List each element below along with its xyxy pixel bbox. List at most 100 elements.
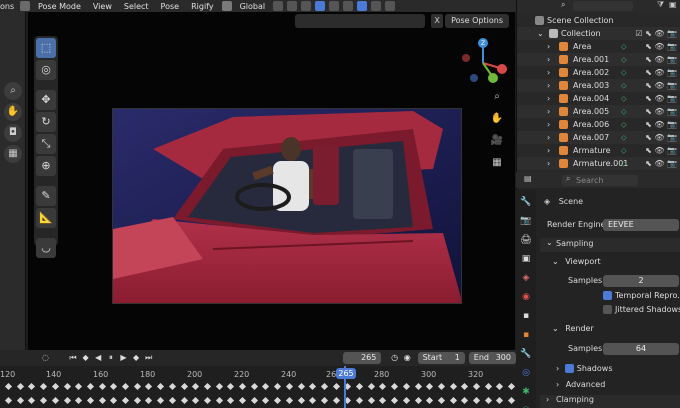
chevron-right-icon[interactable]: ›	[547, 105, 550, 118]
object-data-icon[interactable]: ⬦	[621, 92, 627, 105]
keyframe-diamond[interactable]	[508, 382, 516, 391]
camera-icon[interactable]: ◘	[4, 124, 22, 142]
object-tab-icon[interactable]: ▪	[519, 328, 533, 342]
chevron-right-icon[interactable]: ›	[547, 92, 550, 105]
keyframe-diamond[interactable]	[285, 396, 293, 405]
keyframe-diamond[interactable]	[402, 396, 410, 405]
keyframe-diamond[interactable]	[203, 382, 211, 391]
chevron-right-icon[interactable]: ›	[547, 131, 550, 144]
keyframe-diamond[interactable]	[332, 382, 340, 391]
keyframe-diamond[interactable]	[121, 382, 130, 391]
view-layer-tab-icon[interactable]: ▣	[519, 252, 533, 266]
visibility-icons[interactable]: ⬉ 👁 📷	[645, 131, 677, 144]
keyframe-diamond[interactable]	[168, 396, 176, 405]
keyframe-diamond[interactable]	[110, 382, 118, 391]
keyframe-diamond[interactable]	[98, 382, 106, 391]
keyframe-diamond[interactable]	[51, 396, 59, 405]
close-icon[interactable]: X	[431, 14, 444, 28]
zoom-icon[interactable]: ⌕	[488, 88, 506, 106]
collection-tab-icon[interactable]: ▪	[519, 309, 533, 323]
rotate-tool-icon[interactable]: ↻	[36, 112, 56, 132]
filter-funnel-icon[interactable]: ⧩	[657, 0, 664, 10]
visibility-icons[interactable]: ⬉ 👁 📷	[645, 40, 677, 53]
checkbox-checked-icon[interactable]	[603, 291, 612, 300]
keyframe-diamond[interactable]	[496, 382, 504, 391]
pose-options-dropdown[interactable]: Pose Options	[445, 14, 509, 28]
modifier-tab-icon[interactable]: 🔧	[519, 347, 533, 361]
keyframe-diamond[interactable]	[426, 396, 434, 405]
keyframe-diamond[interactable]	[28, 382, 36, 391]
keyframe-diamond[interactable]	[262, 396, 270, 405]
keyframe-diamond[interactable]	[309, 396, 317, 405]
shading-solid-icon[interactable]	[357, 1, 368, 11]
outliner-item[interactable]: › Area.006 ⬦ ⬉ 👁 📷	[517, 118, 680, 131]
object-data-icon[interactable]: ⬦	[621, 131, 627, 144]
keyframe-diamond[interactable]	[16, 396, 24, 405]
keyframe-diamond[interactable]	[250, 396, 258, 405]
keyframe-diamond[interactable]	[215, 382, 223, 391]
keyframe-diamond[interactable]	[449, 396, 457, 405]
keyframe-diamond[interactable]	[355, 396, 364, 405]
keyframe-diamond[interactable]	[391, 396, 399, 405]
keyframe-diamond[interactable]	[461, 382, 469, 391]
visibility-icons[interactable]: ⬉ 👁 📷	[645, 66, 677, 79]
outliner-item[interactable]: › Area.007 ⬦ ⬉ 👁 📷	[517, 131, 680, 144]
transform-tool-icon[interactable]: ⊕	[36, 156, 56, 176]
shading-wire-icon[interactable]	[343, 1, 354, 11]
keyframe-diamond[interactable]	[332, 396, 340, 405]
keyframe-diamond[interactable]	[40, 382, 48, 391]
jump-keyframe-forward-icon[interactable]: ◆	[131, 352, 142, 364]
keyframe-diamond[interactable]	[75, 382, 83, 391]
keyframe-diamond[interactable]	[16, 382, 24, 391]
menu-select[interactable]: Select	[118, 2, 155, 11]
properties-search-field[interactable]: Search	[562, 175, 638, 186]
outliner-item[interactable]: › Area.004 ⬦ ⬉ 👁 📷	[517, 92, 680, 105]
jittered-shadows-toggle[interactable]: Jittered Shadows	[603, 303, 680, 316]
chevron-right-icon[interactable]: ›	[547, 40, 550, 53]
relax-pose-icon[interactable]: ◡	[36, 238, 56, 258]
keyframe-diamond[interactable]	[4, 396, 13, 405]
data-tab-icon[interactable]: ⚇	[519, 404, 533, 408]
timeline-body[interactable]: 120 140 160 180 200 220 240 26 280 300 3…	[0, 366, 516, 408]
outliner-item[interactable]: › Armature.001 ⬦ ⬉ 👁 📷	[517, 157, 680, 170]
scene-tab-icon[interactable]: ◈	[519, 271, 533, 285]
outliner-search-field[interactable]	[573, 1, 633, 11]
keyframe-diamond[interactable]	[461, 396, 469, 405]
visibility-icons[interactable]: ⬉ 👁 📷	[645, 105, 677, 118]
visibility-icons[interactable]: ⬉ 👁 📷	[645, 79, 677, 92]
outliner-item[interactable]: › Armature ⬦ ⬉ 👁 📷	[517, 144, 680, 157]
keyframe-diamond[interactable]	[28, 396, 36, 405]
world-tab-icon[interactable]: ◉	[519, 290, 533, 304]
navigation-gizmo[interactable]: Z	[456, 36, 510, 90]
render-engine-dropdown[interactable]: EEVEE	[603, 219, 679, 231]
keyframe-diamond[interactable]	[227, 396, 235, 405]
keying-icon[interactable]: ◌	[40, 352, 51, 364]
keyframe-diamond[interactable]	[297, 396, 305, 405]
measure-tool-icon[interactable]: 📐	[36, 208, 56, 228]
keyframe-diamond[interactable]	[472, 396, 481, 405]
keyframe-diamond[interactable]	[40, 396, 48, 405]
keyframe-diamond[interactable]	[367, 382, 375, 391]
use-preview-range-icon[interactable]: ◉	[402, 352, 413, 364]
mode-dropdown[interactable]: Pose Mode	[32, 2, 87, 11]
keyframe-diamond[interactable]	[355, 382, 364, 391]
keyframe-diamond[interactable]	[496, 396, 504, 405]
visibility-icons[interactable]: ⬉ 👁 📷	[645, 53, 677, 66]
outliner-item[interactable]: › Area.003 ⬦ ⬉ 👁 📷	[517, 79, 680, 92]
keyframe-diamond[interactable]	[414, 396, 422, 405]
chevron-right-icon[interactable]: ›	[547, 53, 550, 66]
checkbox-unchecked-icon[interactable]	[603, 305, 612, 314]
physics-tab-icon[interactable]: ◎	[519, 366, 533, 380]
editor-type-icon[interactable]: ▤	[524, 174, 532, 183]
keyframe-diamond[interactable]	[180, 396, 188, 405]
keyframe-diamond[interactable]	[379, 382, 387, 391]
start-frame-field[interactable]: Start 1	[417, 352, 465, 364]
keyframe-diamond[interactable]	[262, 382, 270, 391]
object-data-icon[interactable]: ⬦	[621, 40, 627, 53]
viewport-search-field[interactable]	[295, 14, 426, 28]
shadows-subpanel[interactable]: › Shadows	[556, 362, 612, 375]
chevron-right-icon[interactable]: ›	[547, 144, 550, 157]
move-tool-icon[interactable]: ✥	[36, 90, 56, 110]
keyframe-diamond[interactable]	[86, 382, 94, 391]
viewport-subpanel-header[interactable]: ⌄ Viewport	[552, 255, 601, 268]
